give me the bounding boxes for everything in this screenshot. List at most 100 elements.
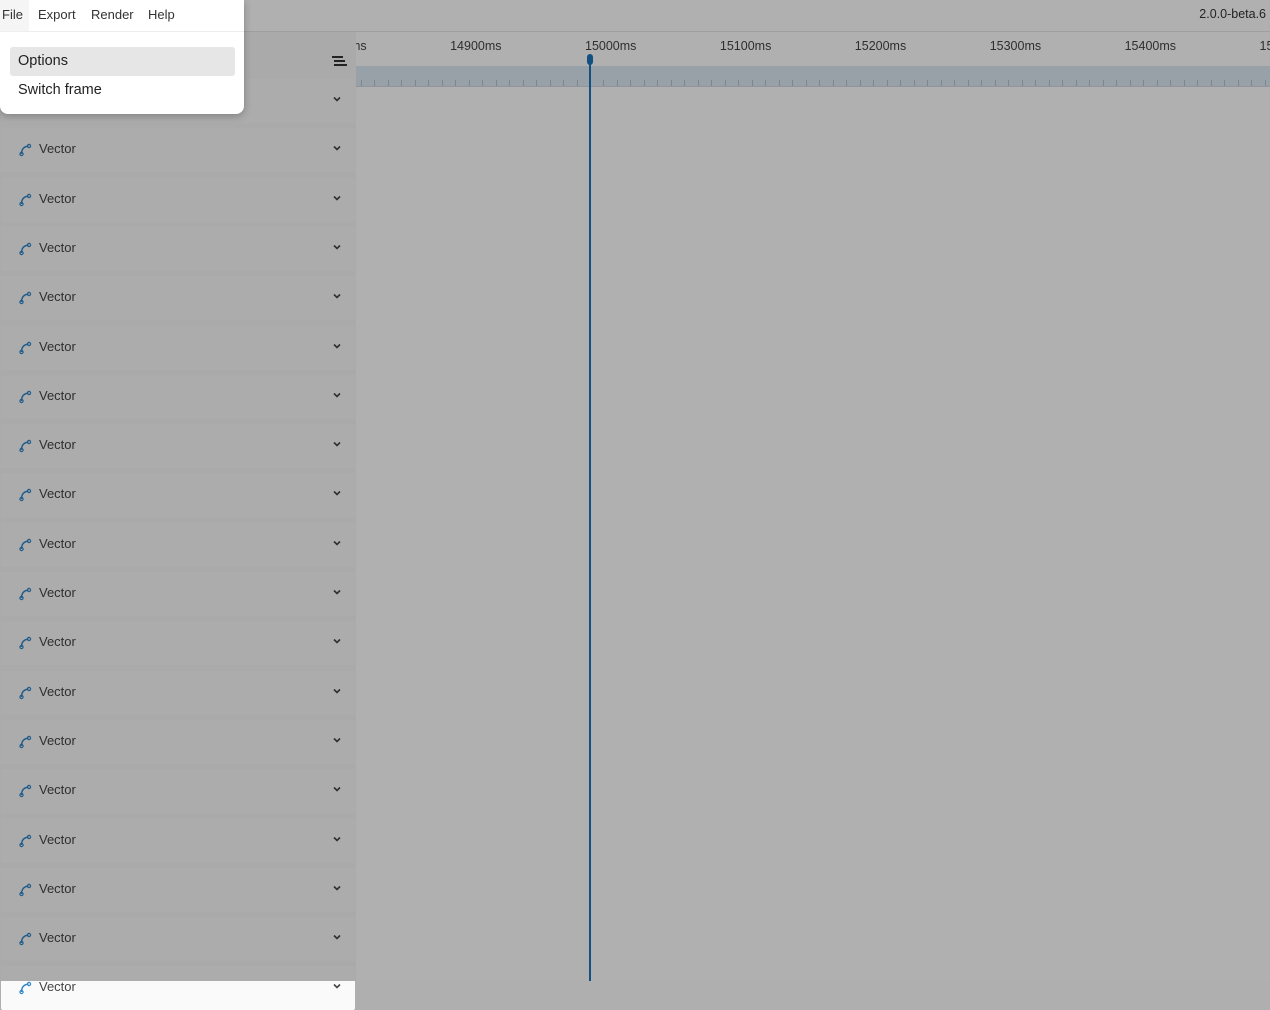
vector-path-icon [18, 882, 33, 897]
chevron-down-icon[interactable] [331, 587, 343, 597]
list-menu-icon[interactable] [331, 54, 347, 68]
menu-item-switch-frame[interactable]: Switch frame [10, 76, 235, 105]
chevron-down-icon[interactable] [331, 242, 343, 252]
ruler-tick [1008, 80, 1009, 86]
ruler-tick [698, 80, 699, 86]
ruler-tick [577, 80, 578, 86]
ruler-tick [833, 80, 834, 86]
chevron-down-icon[interactable] [331, 735, 343, 745]
layer-row[interactable]: Vector [1, 966, 355, 1010]
vector-path-icon [18, 487, 33, 502]
chevron-down-icon[interactable] [331, 193, 343, 203]
layer-row[interactable]: Vector [1, 769, 355, 813]
ruler-tick [523, 80, 524, 86]
menu-export[interactable]: Export [38, 7, 76, 22]
layer-name: Vector [39, 733, 76, 748]
chevron-down-icon[interactable] [331, 883, 343, 893]
ruler-tick [361, 80, 362, 86]
time-ruler[interactable] [356, 66, 1270, 87]
layer-row[interactable]: Vector [1, 720, 355, 764]
layer-name: Vector [39, 832, 76, 847]
layer-row[interactable]: Vector [1, 178, 355, 222]
ruler-tick [388, 80, 389, 86]
chevron-down-icon[interactable] [331, 488, 343, 498]
vector-path-icon [18, 192, 33, 207]
ruler-tick [1089, 80, 1090, 86]
layer-row[interactable]: Vector [1, 572, 355, 616]
ruler-tick [968, 80, 969, 86]
layer-row[interactable]: Vector [1, 375, 355, 419]
chevron-down-icon[interactable] [331, 390, 343, 400]
layer-name: Vector [39, 782, 76, 797]
menu-item-options[interactable]: Options [10, 47, 235, 76]
layer-row[interactable]: Vector [1, 621, 355, 665]
vector-path-icon [18, 931, 33, 946]
ruler-tick [684, 80, 685, 86]
layer-row[interactable]: Vector [1, 128, 355, 172]
time-label: 15000ms [585, 39, 636, 53]
vector-path-icon [18, 241, 33, 256]
layer-name: Vector [39, 339, 76, 354]
vector-path-icon [18, 340, 33, 355]
menu-file[interactable]: File [2, 7, 23, 22]
ruler-tick [779, 80, 780, 86]
vector-path-icon [18, 685, 33, 700]
chevron-down-icon[interactable] [331, 784, 343, 794]
app-window: 2.0.0-beta.6 Vector Vector Vector Vector Vec… [0, 0, 1270, 981]
layer-name: Vector [39, 289, 76, 304]
chevron-down-icon[interactable] [331, 686, 343, 696]
chevron-down-icon[interactable] [331, 981, 343, 991]
ruler-tick [873, 80, 874, 86]
ruler-tick [1224, 80, 1225, 86]
layer-row[interactable]: Vector [1, 868, 355, 912]
vector-path-icon [18, 635, 33, 650]
layer-row[interactable]: Vector [1, 227, 355, 271]
layer-row[interactable]: Vector [1, 819, 355, 863]
layer-row[interactable]: Vector [1, 326, 355, 370]
layer-row[interactable]: Vector [1, 671, 355, 715]
layer-row[interactable]: Vector [1, 473, 355, 517]
playhead-line[interactable] [589, 55, 591, 981]
layer-row[interactable]: Vector [1, 276, 355, 320]
chevron-down-icon[interactable] [331, 291, 343, 301]
ruler-tick [1035, 80, 1036, 86]
ruler-tick [1103, 80, 1104, 86]
ruler-tick [455, 80, 456, 86]
layer-name: Vector [39, 388, 76, 403]
ruler-tick [792, 80, 793, 86]
chevron-down-icon[interactable] [331, 94, 343, 104]
ruler-tick [603, 80, 604, 86]
chevron-down-icon[interactable] [331, 636, 343, 646]
chevron-down-icon[interactable] [331, 932, 343, 942]
chevron-down-icon[interactable] [331, 834, 343, 844]
layer-row[interactable]: Vector [1, 424, 355, 468]
ruler-tick [887, 80, 888, 86]
ruler-tick [1116, 80, 1117, 86]
time-label: 14900ms [450, 39, 501, 53]
menu-render[interactable]: Render [91, 7, 134, 22]
menu-help[interactable]: Help [148, 7, 175, 22]
ruler-tick [617, 80, 618, 86]
ruler-tick [1197, 80, 1198, 86]
ruler-tick [1170, 80, 1171, 86]
ruler-tick [1184, 80, 1185, 86]
chevron-down-icon[interactable] [331, 341, 343, 351]
ruler-tick [415, 80, 416, 86]
ruler-tick [1022, 80, 1023, 86]
version-label: 2.0.0-beta.6 [1199, 7, 1266, 21]
ruler-tick [1238, 80, 1239, 86]
layer-name: Vector [39, 191, 76, 206]
timeline[interactable]: 14800ms14900ms15000ms15100ms15200ms15300… [356, 32, 1270, 981]
menubar-items: File Export Render Help [0, 0, 244, 31]
ruler-tick [563, 80, 564, 86]
chevron-down-icon[interactable] [331, 538, 343, 548]
layer-row[interactable]: Vector [1, 917, 355, 961]
ruler-tick [630, 80, 631, 86]
layer-row[interactable]: Vector [1, 523, 355, 567]
ruler-tick [374, 80, 375, 86]
ruler-tick [671, 80, 672, 86]
chevron-down-icon[interactable] [331, 439, 343, 449]
ruler-tick [1251, 80, 1252, 86]
chevron-down-icon[interactable] [331, 143, 343, 153]
ruler-tick [536, 80, 537, 86]
